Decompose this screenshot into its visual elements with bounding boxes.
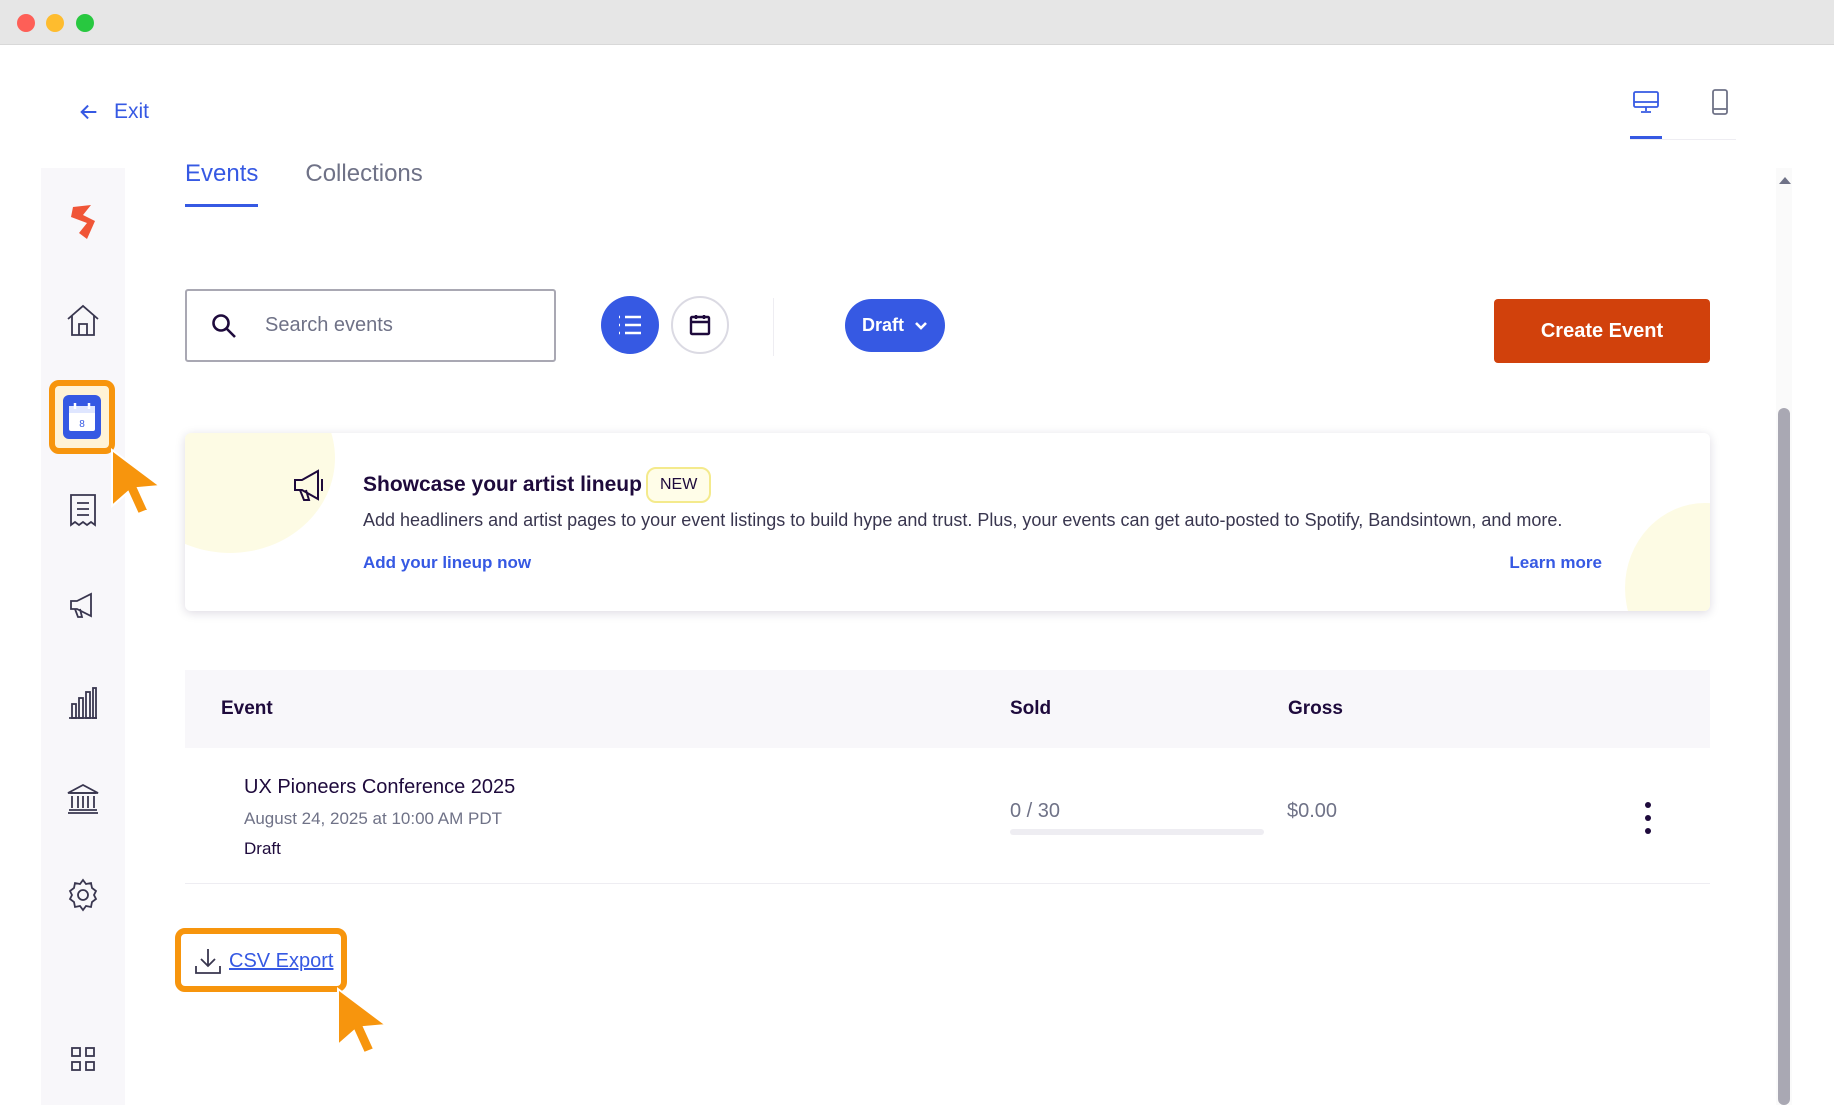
status-filter-label: Draft: [861, 315, 904, 335]
finance-icon: [67, 783, 99, 814]
calendar-day-badge: 8: [79, 419, 85, 430]
search-field[interactable]: [185, 289, 556, 362]
banner-description: Add headliners and artist pages to your …: [363, 510, 1563, 530]
brand-logo[interactable]: [63, 202, 103, 242]
sold-count: 0 / 30: [1010, 800, 1061, 822]
list-icon: [619, 315, 641, 335]
column-header-event[interactable]: Event: [221, 698, 273, 720]
desktop-icon: [1633, 91, 1659, 113]
column-header-sold[interactable]: Sold: [1010, 698, 1051, 720]
download-icon: [195, 949, 221, 974]
csv-export-highlight: CSV Export: [175, 928, 347, 992]
create-event-button[interactable]: Create Event: [1494, 299, 1710, 363]
megaphone-icon: [70, 592, 92, 618]
sidebar: [41, 168, 125, 1105]
events-table-header: Event Sold Gross: [185, 670, 1710, 748]
learn-more-link[interactable]: Learn more: [1509, 553, 1602, 573]
promo-banner: Showcase your artist lineup NEW Add head…: [185, 433, 1710, 611]
calendar-icon: 8: [63, 395, 101, 439]
sidebar-item-orders[interactable]: [63, 490, 103, 530]
window-titlebar: [0, 0, 1834, 45]
row-actions-menu[interactable]: [1638, 802, 1658, 834]
toolbar-divider: [773, 298, 774, 356]
event-date: August 24, 2025 at 10:00 AM PDT: [244, 809, 502, 828]
sidebar-item-finance[interactable]: [63, 779, 103, 819]
mobile-icon: [1712, 89, 1728, 115]
search-icon: [212, 313, 236, 338]
csv-export-label: CSV Export: [229, 949, 334, 972]
kebab-dot: [1645, 815, 1651, 821]
gear-icon: [68, 878, 98, 912]
sidebar-item-home[interactable]: [63, 300, 103, 340]
tab-collections[interactable]: Collections: [305, 160, 422, 207]
zoom-window-button[interactable]: [76, 14, 94, 32]
sold-progress-bar: [1010, 829, 1264, 835]
sidebar-item-reports[interactable]: [63, 683, 103, 723]
chevron-down-icon: [915, 321, 927, 330]
exit-link[interactable]: Exit: [78, 100, 149, 124]
megaphone-icon: [294, 469, 323, 501]
arrow-left-icon: [80, 104, 97, 120]
calendar-icon: [689, 315, 711, 336]
sidebar-item-apps[interactable]: [63, 1039, 103, 1079]
reports-icon: [69, 687, 97, 719]
status-filter-dropdown[interactable]: Draft: [845, 299, 945, 352]
pointer-cursor-icon: [111, 448, 163, 514]
tab-events[interactable]: Events: [185, 160, 259, 207]
view-toggle: [1630, 84, 1736, 140]
minimize-window-button[interactable]: [46, 14, 64, 32]
brand-logo-icon: [71, 205, 95, 239]
calendar-view-button[interactable]: [671, 296, 729, 354]
column-header-gross[interactable]: Gross: [1288, 698, 1343, 720]
close-window-button[interactable]: [17, 14, 35, 32]
gross-amount: $0.00: [1287, 800, 1338, 822]
sidebar-item-events[interactable]: 8: [49, 380, 115, 454]
banner-title: Showcase your artist lineup: [363, 473, 642, 496]
orders-icon: [70, 494, 96, 527]
list-view-button[interactable]: [601, 296, 659, 354]
apps-grid-icon: [71, 1047, 95, 1071]
scrollbar-thumb[interactable]: [1778, 408, 1790, 1105]
exit-label: Exit: [114, 100, 150, 123]
pointer-cursor-icon: [337, 987, 389, 1053]
add-lineup-link[interactable]: Add your lineup now: [363, 553, 531, 573]
csv-export-link[interactable]: CSV Export: [193, 946, 333, 976]
sidebar-item-settings[interactable]: [63, 875, 103, 915]
desktop-view-button[interactable]: [1630, 84, 1662, 139]
tab-bar: Events Collections: [185, 160, 423, 207]
kebab-dot: [1645, 802, 1651, 808]
new-badge: NEW: [646, 467, 712, 503]
home-icon: [67, 304, 99, 336]
search-input[interactable]: [265, 314, 525, 337]
table-row[interactable]: UX Pioneers Conference 2025 August 24, 2…: [185, 750, 1710, 884]
event-name[interactable]: UX Pioneers Conference 2025: [244, 776, 515, 799]
event-status: Draft: [244, 839, 281, 858]
mobile-view-button[interactable]: [1704, 84, 1736, 134]
kebab-dot: [1645, 828, 1651, 834]
sidebar-item-marketing[interactable]: [63, 585, 103, 625]
scroll-up-arrow[interactable]: [1779, 177, 1791, 184]
banner-decoration: [1625, 503, 1710, 611]
